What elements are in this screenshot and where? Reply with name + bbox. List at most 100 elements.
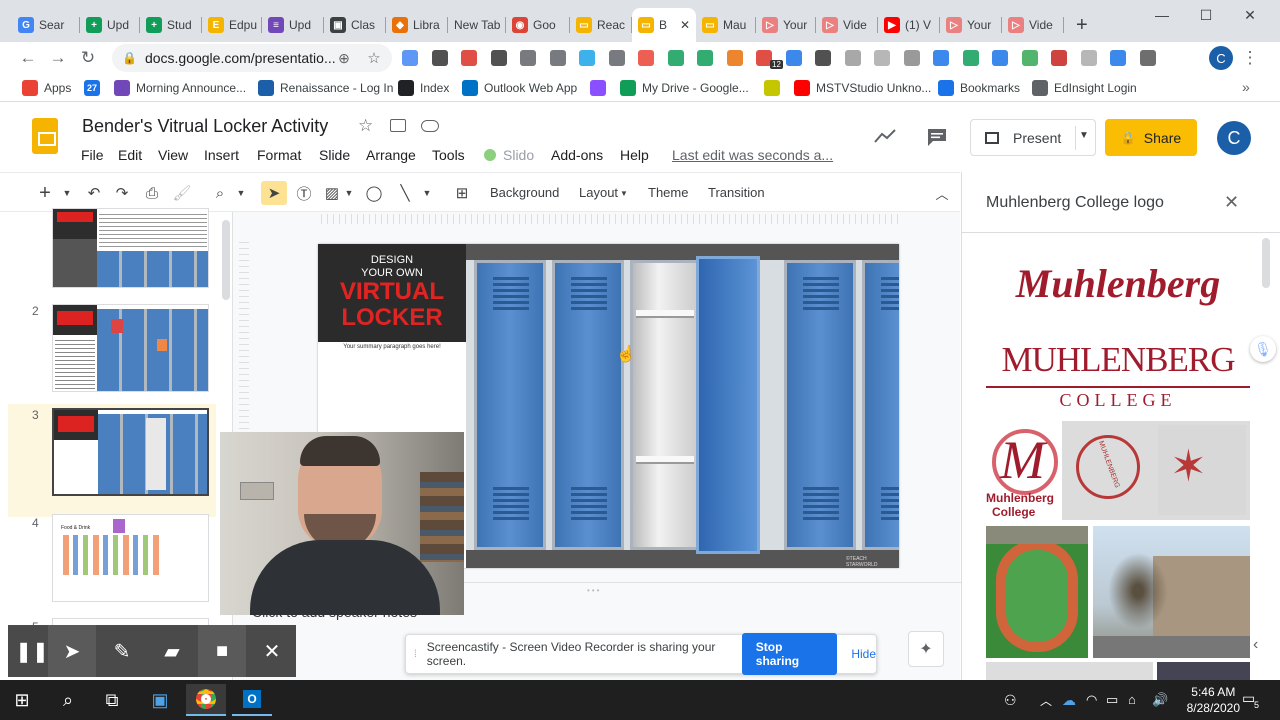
explore-button-icon[interactable]: ✦ xyxy=(908,631,944,667)
zoom-icon[interactable]: ⊕ xyxy=(332,46,356,70)
forward-arrow-icon[interactable]: → xyxy=(46,46,70,70)
browser-tab[interactable]: ◆ Libra xyxy=(386,8,448,42)
text-box-icon[interactable]: Ⓣ xyxy=(292,181,316,205)
extension-icon[interactable] xyxy=(1021,50,1038,66)
browser-tab[interactable]: ▭ Reac xyxy=(570,8,632,42)
extension-icon[interactable] xyxy=(844,50,861,66)
menu-tools[interactable]: Tools xyxy=(432,147,465,163)
taskbar-clock[interactable]: 5:46 AM 8/28/2020 xyxy=(1187,684,1240,716)
comments-icon[interactable] xyxy=(926,127,948,147)
add-comment-icon[interactable]: ⊞ xyxy=(450,181,474,205)
shape-icon[interactable]: ◯ xyxy=(362,181,386,205)
logo-result-main[interactable]: Muhlenberg MUHLENBERG COLLEGE xyxy=(986,236,1250,412)
bookmark-item[interactable]: Morning Announce... xyxy=(114,80,246,96)
extension-icon[interactable] xyxy=(1051,50,1067,66)
chrome-taskbar-icon[interactable] xyxy=(186,684,226,716)
image-icon[interactable]: ▨ xyxy=(322,181,342,205)
drag-handle-icon[interactable]: ⁞ xyxy=(414,649,417,660)
browser-tab[interactable]: ▷ Vide xyxy=(1002,8,1064,42)
outlook-taskbar-icon[interactable]: O xyxy=(232,684,272,716)
image-result[interactable] xyxy=(1157,662,1250,680)
eraser-tool-icon[interactable]: ▰ xyxy=(148,625,196,677)
bookmark-item[interactable]: Outlook Web App xyxy=(462,80,577,96)
menu-arrange[interactable]: Arrange xyxy=(366,147,416,163)
maximize-button[interactable]: ☐ xyxy=(1184,4,1228,26)
onedrive-icon[interactable]: ☁ xyxy=(1062,692,1076,709)
present-dropdown-icon[interactable]: ▼ xyxy=(1079,130,1089,141)
slide-thumbnail[interactable]: Food & Drink xyxy=(52,514,209,602)
zoom-dropdown-icon[interactable]: ▼ xyxy=(234,181,248,205)
browser-tab[interactable]: ▷ Your xyxy=(756,8,816,42)
task-view-icon[interactable]: ⧉ xyxy=(92,684,132,716)
share-button[interactable]: 🔒 Share xyxy=(1105,119,1197,156)
bookmark-item[interactable]: 27 xyxy=(84,80,100,96)
wifi-icon[interactable]: ◠ xyxy=(1086,692,1097,708)
network-icon[interactable]: ⌂ xyxy=(1128,692,1136,707)
bookmark-star-icon[interactable]: ☆ xyxy=(362,46,386,70)
select-cursor-icon[interactable]: ➤ xyxy=(261,181,287,205)
pen-tool-icon[interactable]: ✎ xyxy=(98,625,146,677)
close-panel-icon[interactable]: ✕ xyxy=(1224,192,1239,213)
extension-icon[interactable] xyxy=(992,50,1008,66)
menu-file[interactable]: File xyxy=(81,147,104,163)
menu-help[interactable]: Help xyxy=(620,147,649,163)
bookmark-item[interactable] xyxy=(764,80,780,96)
menu-format[interactable]: Format xyxy=(257,147,301,163)
menu-insert[interactable]: Insert xyxy=(204,147,239,163)
browser-tab[interactable]: ▶ (1) V xyxy=(878,8,940,42)
cursor-tool-icon[interactable]: ➤ xyxy=(48,625,96,677)
image-result[interactable]: M Muhlenberg College xyxy=(986,421,1058,520)
background-button[interactable]: Background xyxy=(490,185,559,200)
slide-thumbnail[interactable] xyxy=(52,208,209,288)
menu-slido[interactable]: Slido xyxy=(503,147,534,163)
layout-dropdown-icon[interactable]: ▼ xyxy=(618,181,630,205)
browser-tab[interactable]: ▣ Clas xyxy=(324,8,386,42)
image-result[interactable] xyxy=(1093,526,1250,658)
bookmark-item[interactable]: Bookmarks xyxy=(938,80,1020,96)
reload-icon[interactable]: ↻ xyxy=(76,46,100,70)
paint-format-icon[interactable]: 🖌 xyxy=(170,181,194,205)
side-expand-icon[interactable]: ‹ xyxy=(1253,636,1258,654)
new-tab-button[interactable]: + xyxy=(1070,8,1094,42)
image-dropdown-icon[interactable]: ▼ xyxy=(342,181,356,205)
bookmark-item[interactable]: Apps xyxy=(22,80,71,96)
minimize-button[interactable]: — xyxy=(1140,4,1184,26)
theme-button[interactable]: Theme xyxy=(648,185,688,200)
present-button[interactable]: Present ▼ xyxy=(970,119,1096,156)
search-icon[interactable]: ⌕ xyxy=(48,684,88,716)
undo-icon[interactable]: ↶ xyxy=(82,181,106,205)
new-slide-dropdown-icon[interactable]: ▼ xyxy=(60,181,74,205)
account-avatar[interactable]: C xyxy=(1217,121,1251,155)
extension-icon[interactable] xyxy=(520,50,536,66)
collapse-toolbar-icon[interactable]: ︿ xyxy=(932,181,952,205)
volume-icon[interactable]: 🔊 xyxy=(1152,692,1168,708)
line-icon[interactable]: ╲ xyxy=(394,181,416,205)
extension-icon[interactable] xyxy=(962,50,979,66)
windows-start-icon[interactable]: ⊞ xyxy=(2,684,42,716)
extension-icon[interactable] xyxy=(903,50,920,66)
bookmark-item[interactable]: My Drive - Google... xyxy=(620,80,749,96)
extension-icon[interactable] xyxy=(608,50,625,66)
bookmark-item[interactable] xyxy=(590,80,606,96)
print-icon[interactable]: ⎙ xyxy=(140,181,164,205)
menu-edit[interactable]: Edit xyxy=(118,147,142,163)
document-title[interactable]: Bender's Vitrual Locker Activity xyxy=(82,116,328,137)
slide-thumbnail-selected[interactable] xyxy=(52,408,209,496)
extension-icon[interactable] xyxy=(638,50,654,66)
extension-icon[interactable] xyxy=(1080,50,1097,66)
hide-button[interactable]: Hide xyxy=(851,647,876,661)
browser-tab[interactable]: ▭ Mau xyxy=(696,8,756,42)
extension-icon[interactable] xyxy=(726,50,743,66)
more-bookmarks-icon[interactable]: » xyxy=(1242,79,1250,95)
back-arrow-icon[interactable]: ← xyxy=(16,46,40,70)
last-edit-link[interactable]: Last edit was seconds a... xyxy=(672,147,833,163)
filmstrip-scrollbar[interactable] xyxy=(222,220,230,300)
menu-add-ons[interactable]: Add-ons xyxy=(551,147,603,163)
resize-handle[interactable]: ••• xyxy=(587,586,601,595)
slide-thumbnail[interactable] xyxy=(52,304,209,392)
menu-slide[interactable]: Slide xyxy=(319,147,350,163)
extension-icon[interactable] xyxy=(933,50,949,66)
bookmark-item[interactable]: EdInsight Login xyxy=(1032,80,1137,96)
bookmark-item[interactable]: Renaissance - Log In xyxy=(258,80,393,96)
close-window-button[interactable]: ✕ xyxy=(1228,4,1272,26)
